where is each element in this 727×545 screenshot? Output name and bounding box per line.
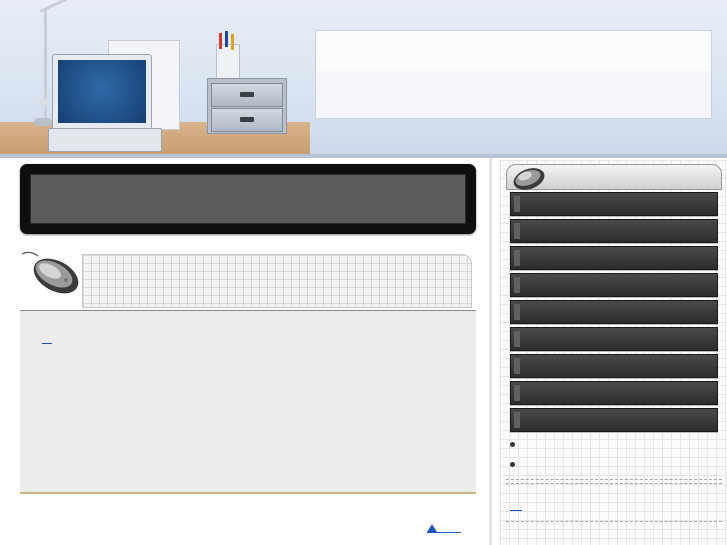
- sidebar: [500, 160, 727, 545]
- sidebar-menu-item[interactable]: [510, 219, 718, 243]
- sidebar-menu: [510, 192, 718, 435]
- content-link[interactable]: [42, 331, 52, 344]
- menu-tab-marker: [514, 304, 520, 320]
- sidebar-divider: [506, 483, 722, 484]
- content-area: [20, 311, 476, 492]
- back-to-top-link[interactable]: [427, 524, 461, 534]
- list-item: [508, 456, 708, 476]
- menu-tab-marker: [514, 385, 520, 401]
- sidebar-menu-item[interactable]: [510, 354, 718, 378]
- content-header: [20, 250, 476, 310]
- list-item: [508, 436, 708, 456]
- banner-panel: [20, 164, 476, 234]
- sidebar-menu-item[interactable]: [510, 381, 718, 405]
- page: [0, 0, 727, 545]
- sidebar-menu-item[interactable]: [510, 192, 718, 216]
- menu-tab-marker: [514, 277, 520, 293]
- computer-mouse-icon: [21, 251, 79, 294]
- content-heading-tab: [82, 254, 472, 308]
- header-banner: [0, 0, 727, 158]
- sidebar-divider: [506, 521, 722, 522]
- back-to-top-underline: [427, 532, 461, 533]
- banner-inner: [30, 174, 466, 224]
- sidebar-divider: [506, 479, 722, 480]
- sidebar-menu-item[interactable]: [510, 273, 718, 297]
- menu-tab-marker: [514, 412, 520, 428]
- sidebar-bullet-list: [508, 436, 708, 476]
- sidebar-header: [506, 164, 722, 190]
- sidebar-menu-item[interactable]: [510, 246, 718, 270]
- sidebar-link-underline: [510, 510, 522, 511]
- menu-tab-marker: [514, 331, 520, 347]
- computer-mouse-icon: [513, 168, 545, 190]
- header-bottom-edge: [0, 154, 727, 158]
- bullet-icon: [510, 462, 515, 467]
- menu-tab-marker: [514, 250, 520, 266]
- pen-cup-icon: [216, 31, 240, 82]
- drawer-icon: [207, 78, 287, 134]
- content-bottom-rule: [20, 492, 476, 494]
- sidebar-menu-item[interactable]: [510, 327, 718, 351]
- bullet-icon: [510, 442, 515, 447]
- menu-tab-marker: [514, 196, 520, 212]
- menu-tab-marker: [514, 358, 520, 374]
- sidebar-menu-item[interactable]: [510, 408, 718, 432]
- column-divider: [489, 158, 492, 545]
- up-arrow-icon: [427, 524, 437, 532]
- header-title-box: [315, 30, 712, 119]
- menu-tab-marker: [514, 223, 520, 239]
- sidebar-menu-item[interactable]: [510, 300, 718, 324]
